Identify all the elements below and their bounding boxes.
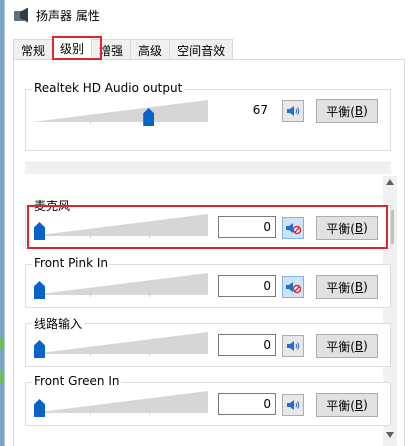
balance-button[interactable]: 平衡(B)	[316, 334, 378, 358]
input-device-group: 麦克风 0 平衡(B)	[25, 197, 391, 249]
device-name: 麦克风	[32, 197, 73, 214]
balance-button[interactable]: 平衡(B)	[316, 99, 378, 123]
speaker-icon	[13, 7, 28, 23]
slider-track	[32, 332, 208, 354]
speaker-muted-icon	[286, 223, 301, 235]
slider-tick	[90, 291, 91, 297]
mute-toggle-button[interactable]	[282, 276, 304, 298]
slider-tick	[90, 232, 91, 238]
volume-value: 0	[218, 334, 276, 356]
speaker-volume-icon	[287, 106, 300, 116]
speaker-volume-icon	[287, 400, 300, 410]
slider-thumb[interactable]	[34, 281, 45, 299]
slider-track	[32, 273, 208, 295]
input-volume-slider[interactable]	[32, 273, 208, 303]
mute-toggle-button[interactable]	[282, 394, 304, 416]
input-volume-slider[interactable]	[32, 332, 208, 362]
slider-thumb[interactable]	[34, 222, 45, 240]
list-separator	[25, 162, 391, 174]
slider-tick	[90, 118, 91, 124]
slider-tick	[90, 350, 91, 356]
input-device-group: Front Pink In 0 平衡(B)	[25, 256, 391, 308]
window-title: 扬声器 属性	[36, 8, 100, 23]
mute-toggle-button[interactable]	[282, 100, 304, 122]
slider-tick	[149, 409, 150, 415]
input-device-group: Front Green In 0 平衡(B)	[25, 374, 391, 426]
device-name: Front Green In	[32, 374, 122, 388]
volume-value: 0	[218, 275, 276, 297]
slider-tick	[149, 350, 150, 356]
scroll-down-icon[interactable]	[386, 432, 394, 438]
device-name: 线路输入	[32, 315, 85, 332]
output-volume-slider[interactable]	[32, 100, 208, 130]
volume-value: 0	[218, 216, 276, 238]
slider-tick	[149, 291, 150, 297]
volume-value: 67	[214, 100, 272, 122]
slider-track	[32, 391, 208, 413]
mute-toggle-button[interactable]	[282, 217, 304, 239]
input-device-group: 线路输入 0 平衡(B)	[25, 315, 391, 367]
output-device-group: Realtek HD Audio output 67 平衡(B)	[25, 81, 391, 151]
mute-toggle-button[interactable]	[282, 335, 304, 357]
device-name: Realtek HD Audio output	[32, 81, 185, 95]
slider-thumb[interactable]	[34, 340, 45, 358]
input-volume-slider[interactable]	[32, 214, 208, 244]
slider-track	[32, 214, 208, 236]
balance-button[interactable]: 平衡(B)	[316, 393, 378, 417]
slider-thumb[interactable]	[34, 399, 45, 417]
scroll-up-icon[interactable]	[386, 179, 394, 185]
speaker-volume-icon	[287, 341, 300, 351]
slider-tick	[90, 409, 91, 415]
volume-value: 0	[218, 393, 276, 415]
speaker-properties-window: 扬声器 属性 常规 级别 增强 高级 空间音效 Realtek HD Audio…	[4, 0, 419, 446]
tab-enhancements[interactable]: 增强	[91, 39, 132, 60]
balance-button[interactable]: 平衡(B)	[316, 275, 378, 299]
slider-tick	[149, 232, 150, 238]
input-volume-slider[interactable]	[32, 391, 208, 421]
title-bar[interactable]: 扬声器 属性	[5, 0, 419, 30]
speaker-muted-icon	[286, 282, 301, 294]
slider-track	[32, 100, 208, 122]
balance-button[interactable]: 平衡(B)	[316, 216, 378, 240]
tab-spatial-sound[interactable]: 空间音效	[169, 39, 234, 60]
tab-general[interactable]: 常规	[13, 39, 54, 60]
tab-levels[interactable]: 级别	[52, 36, 93, 60]
tab-strip: 常规 级别 增强 高级 空间音效	[13, 36, 234, 60]
tab-advanced[interactable]: 高级	[130, 39, 171, 60]
device-name: Front Pink In	[32, 256, 110, 270]
